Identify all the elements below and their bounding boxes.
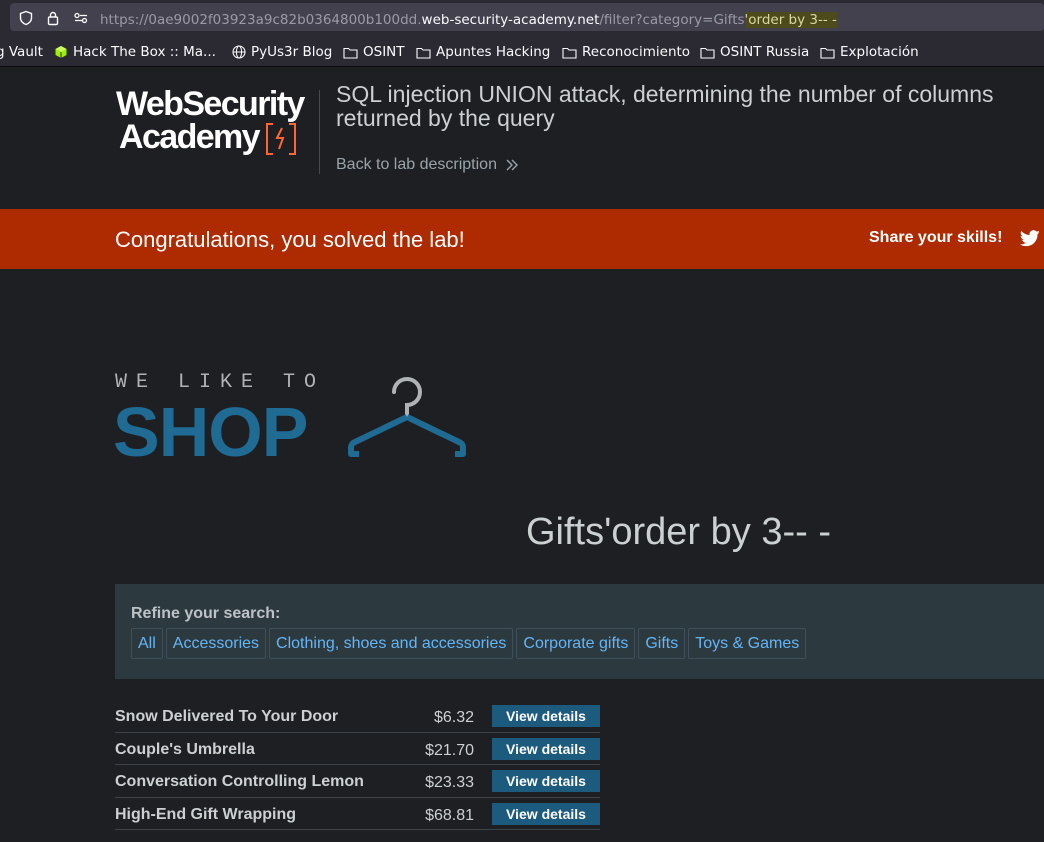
- table-row: Conversation Controlling Lemon $23.33 Vi…: [115, 765, 600, 798]
- product-name: Conversation Controlling Lemon: [115, 773, 364, 790]
- lab-title: SQL injection UNION attack, determining …: [336, 81, 994, 131]
- product-price: $68.81: [425, 806, 474, 824]
- solved-banner: Congratulations, you solved the lab! Sha…: [0, 209, 1044, 269]
- url-path: /filter?category=Gifts: [599, 12, 745, 28]
- url-highlight: 'order by 3-- -: [744, 12, 837, 28]
- bookmark-hack-the-box[interactable]: Hack The Box :: Ma...: [54, 43, 216, 61]
- product-name: Snow Delivered To Your Door: [115, 708, 339, 725]
- filter-link-all[interactable]: All: [131, 628, 163, 659]
- logo-line1: WebSecurity: [116, 85, 305, 123]
- product-table: Snow Delivered To Your Door $6.32 View d…: [115, 700, 600, 830]
- url-prefix: https://0ae9002f03923a9c82b0364800b100dd…: [100, 12, 422, 28]
- bookmark-folder-osint-russia[interactable]: OSINT Russia: [700, 43, 809, 61]
- we-like-to-shop-logo: WE LIKE TO SHOP: [113, 368, 475, 471]
- bookmark-label: Explotación: [840, 44, 919, 60]
- bookmark-pyus3r-blog[interactable]: PyUs3r Blog: [232, 43, 332, 61]
- bookmark-label: Apuntes Hacking: [436, 44, 551, 60]
- url-host: web-security-academy.net: [421, 12, 600, 28]
- back-link-label: Back to lab description: [336, 156, 497, 173]
- view-details-button[interactable]: View details: [492, 737, 600, 760]
- back-to-lab-description-link[interactable]: Back to lab description: [336, 156, 519, 174]
- bookmark-folder-osint[interactable]: OSINT: [343, 43, 405, 61]
- bookmark-label: Reconocimiento: [582, 44, 691, 60]
- shield-icon[interactable]: [18, 10, 34, 26]
- solved-message: Congratulations, you solved the lab!: [115, 227, 465, 252]
- bookmark-label: OSINT: [363, 44, 405, 60]
- lightning-bracket-icon: [266, 123, 296, 155]
- shop-name: SHOP: [113, 393, 308, 471]
- view-details-button[interactable]: View details: [492, 802, 600, 825]
- browser-toolbar: https://0ae9002f03923a9c82b0364800b100dd…: [0, 0, 1044, 34]
- bookmark-label: OSINT Russia: [720, 44, 810, 60]
- folder-icon: [562, 47, 577, 59]
- bookmarks-toolbar: g Vault Hack The Box :: Ma... PyUs3r Blo…: [0, 34, 1044, 67]
- url-bar[interactable]: https://0ae9002f03923a9c82b0364800b100dd…: [10, 3, 1044, 31]
- view-details-button[interactable]: View details: [492, 770, 600, 792]
- product-price: $23.33: [425, 774, 474, 791]
- hanger-icon: [348, 377, 466, 457]
- bookmark-label: Hack The Box :: Ma...: [73, 44, 216, 60]
- category-title: Gifts'order by 3-- -: [526, 511, 831, 553]
- bookmark-folder-apuntes-hacking[interactable]: Apuntes Hacking: [416, 43, 550, 61]
- permissions-icon[interactable]: [73, 10, 89, 26]
- lock-icon[interactable]: [45, 10, 61, 26]
- folder-icon: [416, 47, 431, 59]
- globe-icon: [232, 45, 246, 59]
- table-row: Couple's Umbrella $21.70 View details: [115, 733, 600, 765]
- filter-link-clothing[interactable]: Clothing, shoes and accessories: [269, 628, 514, 659]
- web-security-academy-logo[interactable]: WebSecurity Academy: [116, 85, 316, 160]
- academy-header: WebSecurity Academy SQL injection UNION …: [0, 68, 1044, 209]
- product-price: $6.32: [433, 709, 474, 726]
- category-filter-list: All Accessories Clothing, shoes and acce…: [131, 628, 807, 659]
- folder-icon: [820, 47, 835, 59]
- product-name: High-End Gift Wrapping: [115, 805, 297, 823]
- table-row: Snow Delivered To Your Door $6.32 View d…: [115, 700, 600, 733]
- htb-cube-icon: [55, 46, 67, 58]
- bookmark-label: PyUs3r Blog: [251, 44, 333, 60]
- view-details-button[interactable]: View details: [492, 705, 600, 727]
- url-text[interactable]: https://0ae9002f03923a9c82b0364800b100dd…: [100, 12, 837, 28]
- filter-link-gifts[interactable]: Gifts: [638, 628, 686, 659]
- filter-panel: Refine your search: All Accessories Clot…: [115, 584, 1044, 679]
- product-name: Couple's Umbrella: [115, 740, 255, 758]
- header-divider: [319, 90, 320, 174]
- folder-icon: [343, 47, 358, 59]
- bookmark-folder-explotacion[interactable]: Explotación: [820, 43, 919, 61]
- product-price: $21.70: [425, 741, 474, 759]
- folder-icon: [700, 47, 715, 59]
- filter-link-toys-games[interactable]: Toys & Games: [688, 628, 807, 659]
- shop-tagline: WE LIKE TO: [115, 371, 326, 394]
- bookmark-vault[interactable]: g Vault: [0, 43, 43, 61]
- filter-link-accessories[interactable]: Accessories: [165, 628, 267, 659]
- twitter-icon[interactable]: [1020, 230, 1040, 247]
- share-skills-label: Share your skills!: [869, 229, 1003, 246]
- table-row: High-End Gift Wrapping $68.81 View detai…: [115, 798, 600, 830]
- page-content: WebSecurity Academy SQL injection UNION …: [0, 68, 1044, 842]
- bookmark-label: g Vault: [0, 44, 43, 60]
- filter-link-corporate-gifts[interactable]: Corporate gifts: [516, 628, 636, 659]
- double-chevron-right-icon: [506, 159, 518, 171]
- filter-label: Refine your search:: [131, 605, 281, 622]
- logo-line2: Academy: [119, 118, 261, 156]
- bookmark-folder-reconocimiento[interactable]: Reconocimiento: [562, 43, 690, 61]
